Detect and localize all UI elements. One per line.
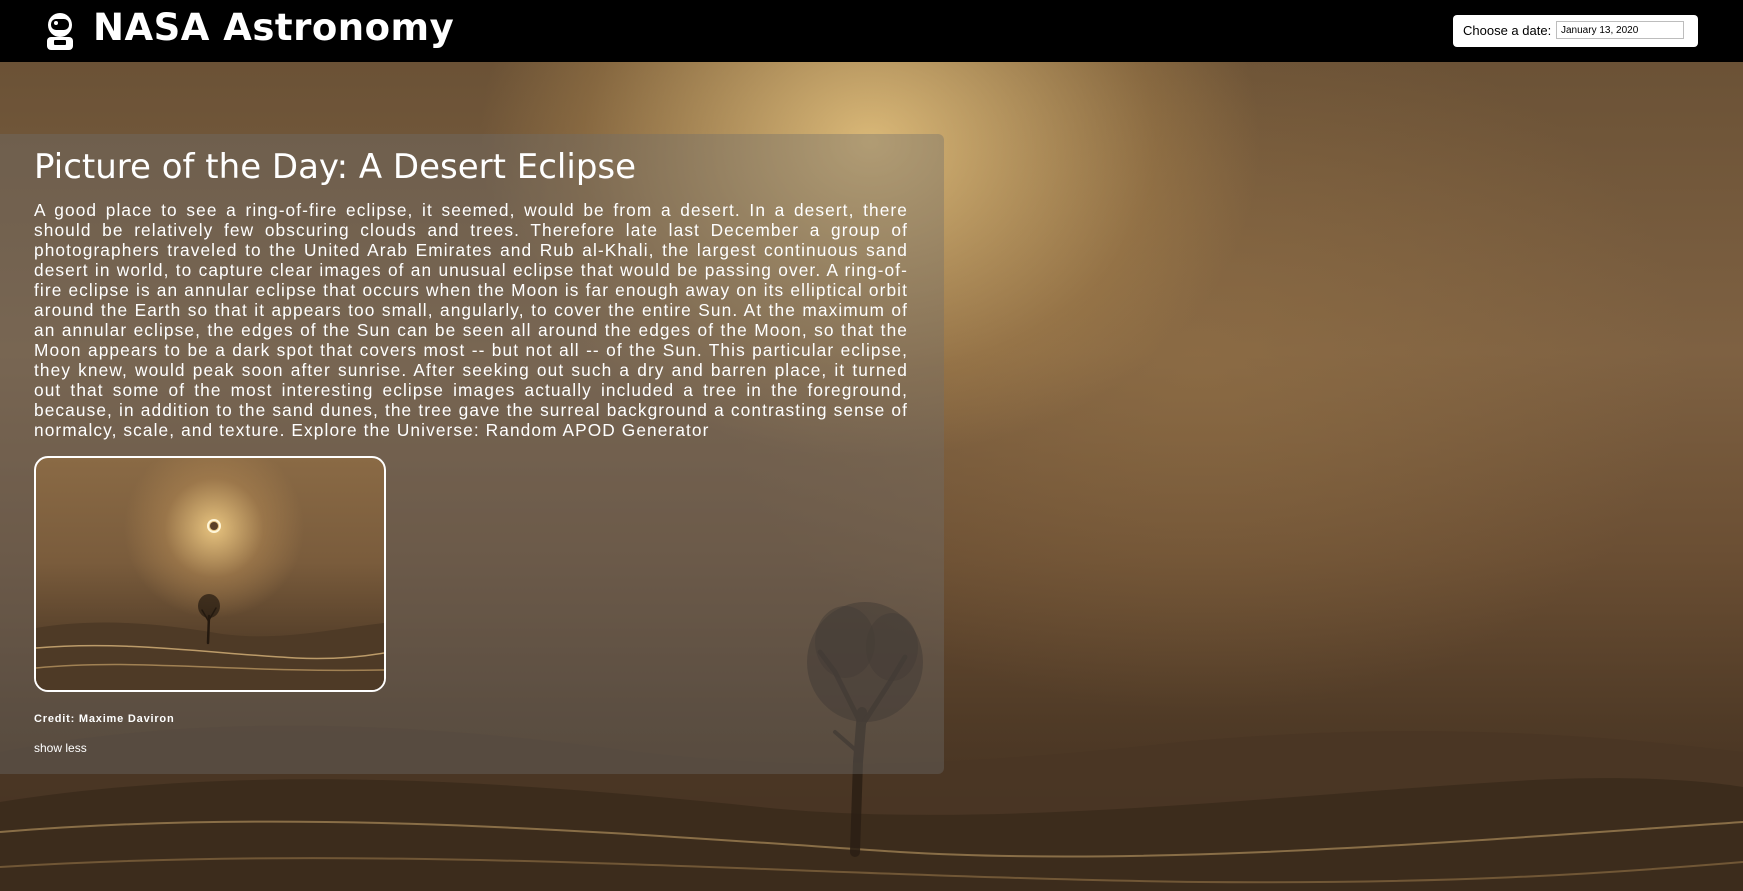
date-label: Choose a date: (1463, 23, 1552, 38)
apod-card: Picture of the Day: A Desert Eclipse A g… (0, 134, 944, 774)
apod-explanation: A good place to see a ring-of-fire eclip… (34, 200, 908, 440)
app-title: NASA Astronomy (93, 6, 455, 49)
image-credit: Credit: Maxime Daviron (34, 713, 175, 725)
apod-title: Picture of the Day: A Desert Eclipse (34, 147, 637, 187)
top-header: NASA Astronomy Choose a date: (0, 0, 1743, 62)
show-less-link[interactable]: show less (34, 741, 87, 755)
astronaut-icon (47, 13, 73, 50)
date-picker: Choose a date: (1453, 15, 1698, 47)
apod-image[interactable] (34, 456, 386, 692)
date-input[interactable] (1556, 21, 1684, 39)
